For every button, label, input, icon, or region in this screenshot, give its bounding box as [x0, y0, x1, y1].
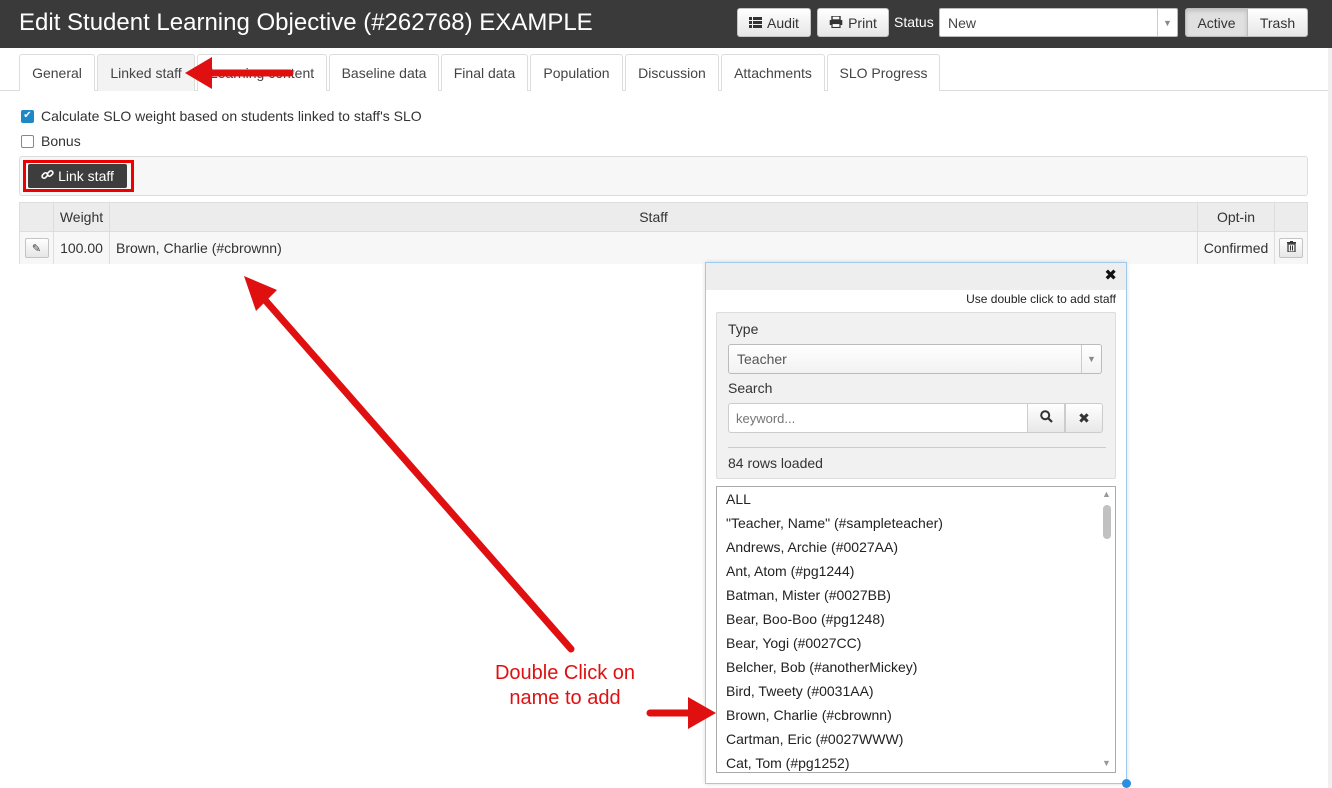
arrow-to-tab [185, 57, 294, 89]
annotation-line-2: name to add [509, 687, 621, 709]
annotation-line-1: Double Click on [494, 662, 636, 684]
annotation-arrows [185, 57, 716, 729]
arrow-to-table-row [244, 276, 575, 653]
annotation-text: Double Click on name to add [470, 661, 660, 711]
